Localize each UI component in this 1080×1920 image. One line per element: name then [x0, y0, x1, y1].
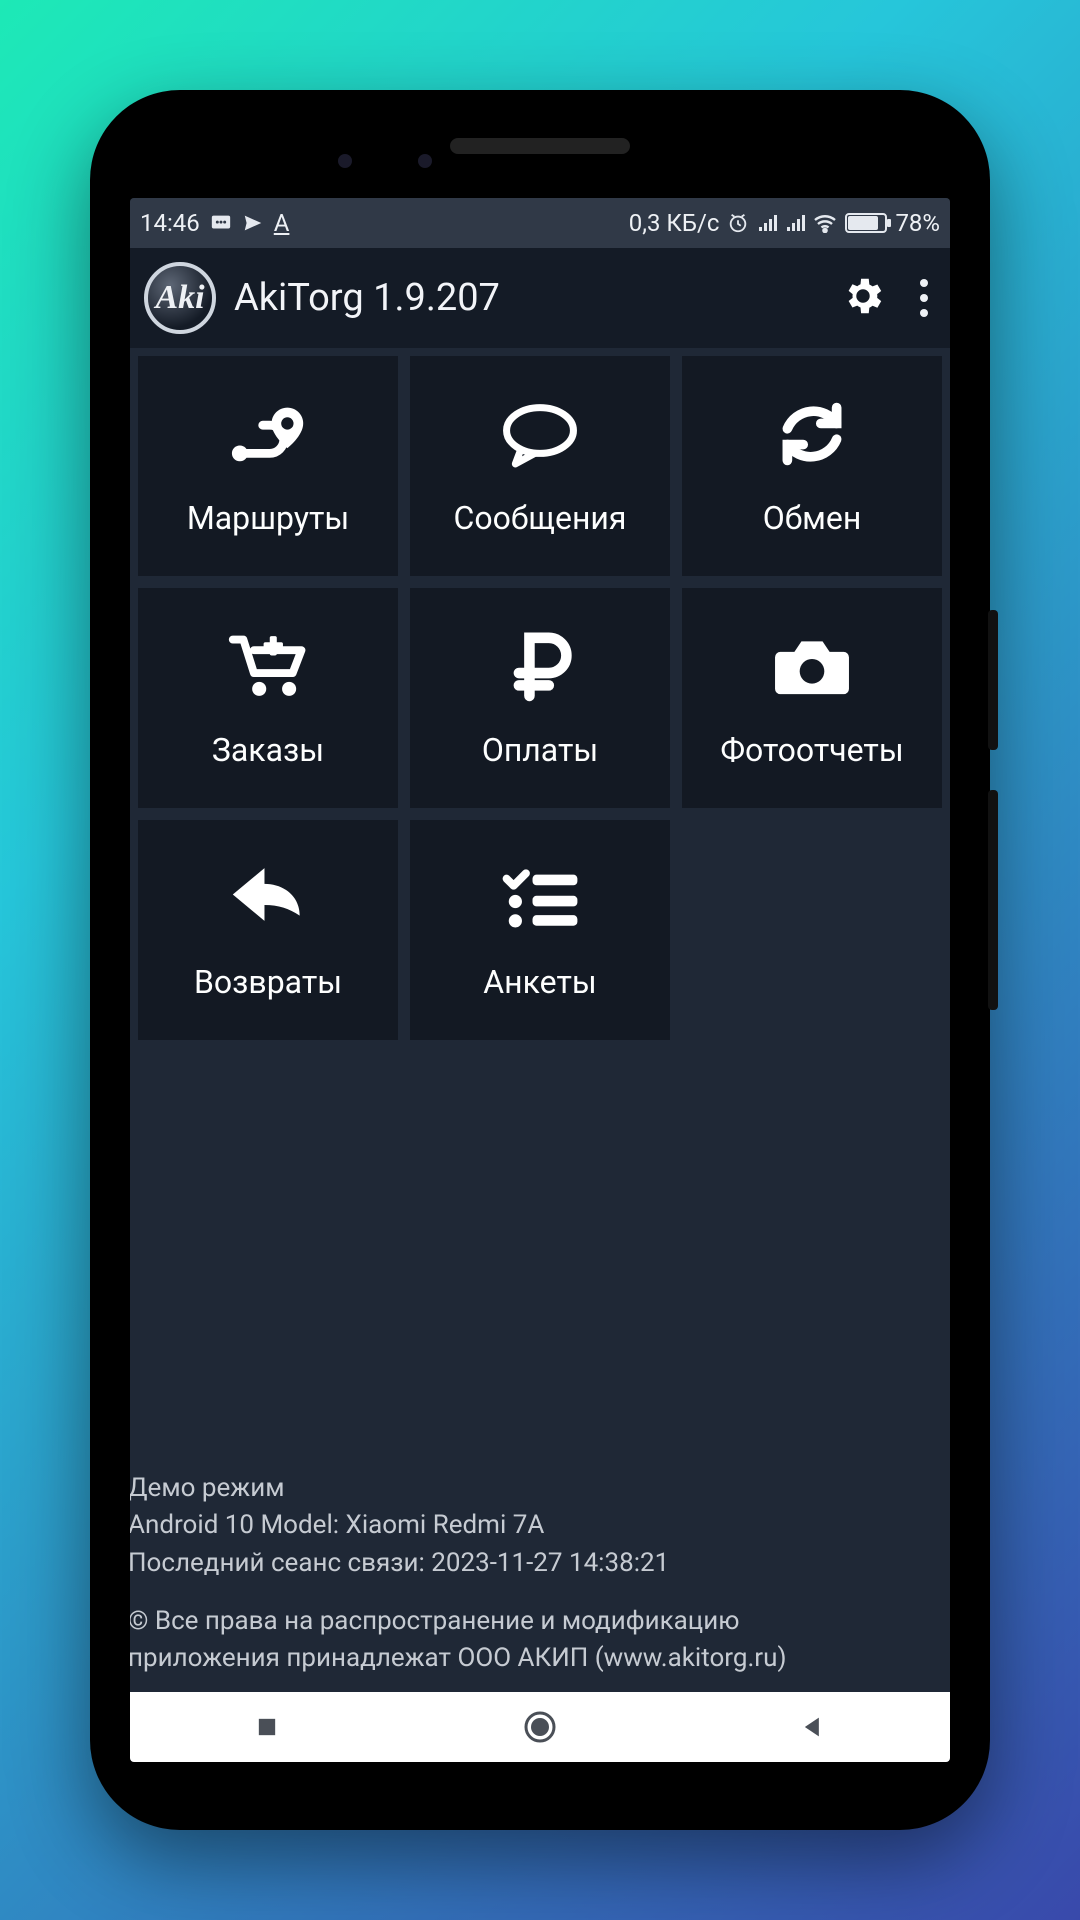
sms-icon	[210, 212, 232, 234]
tile-label: Возвраты	[194, 963, 342, 1001]
phone-side-button	[988, 790, 998, 1010]
tile-orders[interactable]: Заказы	[138, 588, 398, 808]
signal-icon	[757, 213, 777, 233]
overflow-menu-button[interactable]	[920, 279, 928, 317]
app-logo[interactable]: Aki	[144, 262, 216, 334]
tile-surveys[interactable]: Анкеты	[410, 820, 670, 1040]
tile-label: Фотоотчеты	[720, 731, 903, 769]
tile-messages[interactable]: Сообщения	[410, 356, 670, 576]
nav-back-button[interactable]	[723, 1713, 903, 1741]
tile-payments[interactable]: Оплаты	[410, 588, 670, 808]
status-battery-pct: 78%	[895, 209, 940, 237]
tile-routes[interactable]: Маршруты	[138, 356, 398, 576]
app-bar: Aki AkiTorg 1.9.207	[130, 248, 950, 348]
battery-icon	[845, 213, 887, 233]
tile-label: Обмен	[763, 499, 862, 537]
sync-icon	[768, 395, 856, 477]
tile-photoreports[interactable]: Фотоотчеты	[682, 588, 942, 808]
alarm-icon	[727, 212, 749, 234]
footer-mode: Демо режим	[130, 1470, 942, 1508]
tile-label: Оплаты	[482, 731, 598, 769]
main-content: Маршруты Сообщения Обмен	[130, 348, 950, 1692]
undo-icon	[224, 859, 312, 941]
status-net-speed: 0,3 КБ/с	[629, 209, 720, 237]
phone-sensor	[338, 154, 352, 168]
footer-info: Демо режим Android 10 Model: Xiaomi Redm…	[130, 1470, 942, 1684]
ruble-icon	[496, 627, 584, 709]
phone-side-button	[988, 610, 998, 750]
signal-icon	[785, 213, 805, 233]
nav-recent-button[interactable]	[177, 1713, 357, 1741]
phone-speaker	[450, 138, 630, 154]
android-nav-bar	[130, 1692, 950, 1762]
send-icon	[242, 212, 264, 234]
footer-copyright-1: © Все права на распространение и модифик…	[130, 1603, 942, 1641]
tile-label: Заказы	[212, 731, 324, 769]
chat-icon	[496, 395, 584, 477]
footer-last-sync: Последний сеанс связи: 2023-11-27 14:38:…	[130, 1545, 942, 1583]
checklist-icon	[496, 859, 584, 941]
settings-button[interactable]	[840, 273, 886, 323]
tile-exchange[interactable]: Обмен	[682, 356, 942, 576]
nav-home-button[interactable]	[450, 1709, 630, 1745]
tile-label: Сообщения	[454, 499, 627, 537]
phone-frame: 14:46 A 0,3 КБ/с	[90, 90, 990, 1830]
wifi-icon	[813, 213, 837, 233]
tile-returns[interactable]: Возвраты	[138, 820, 398, 1040]
status-time: 14:46	[140, 209, 200, 237]
status-bar: 14:46 A 0,3 КБ/с	[130, 198, 950, 248]
phone-sensor	[418, 154, 432, 168]
status-text-icon: A	[274, 209, 290, 237]
app-title: AkiTorg 1.9.207	[234, 276, 822, 320]
tile-label: Анкеты	[483, 963, 596, 1001]
tile-grid: Маршруты Сообщения Обмен	[138, 356, 942, 1040]
tile-label: Маршруты	[187, 499, 349, 537]
cart-plus-icon	[224, 627, 312, 709]
route-icon	[224, 395, 312, 477]
footer-copyright-2: приложения принадлежат ООО АКИП (www.aki…	[130, 1640, 942, 1678]
footer-device: Android 10 Model: Xiaomi Redmi 7A	[130, 1507, 942, 1545]
screen: 14:46 A 0,3 КБ/с	[130, 198, 950, 1762]
camera-icon	[768, 627, 856, 709]
